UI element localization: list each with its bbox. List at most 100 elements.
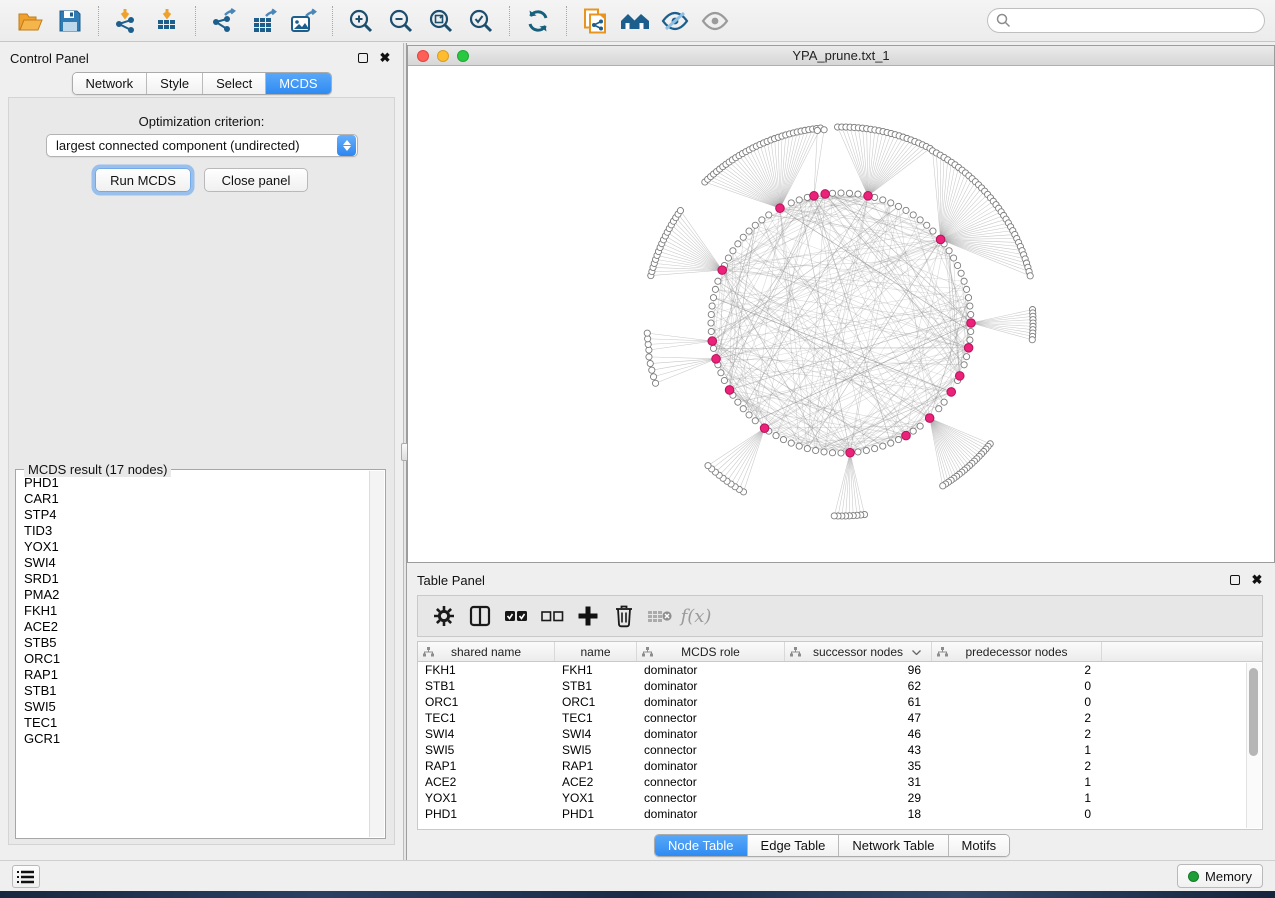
network-node[interactable] bbox=[735, 241, 741, 247]
import-table-button[interactable] bbox=[147, 3, 187, 39]
mcds-result-item[interactable]: ACE2 bbox=[24, 619, 369, 635]
network-dominator-node[interactable] bbox=[864, 192, 873, 201]
table-panel-float-button[interactable] bbox=[1227, 572, 1243, 588]
column-header-mcds-role[interactable]: MCDS role bbox=[637, 642, 785, 661]
column-header-shared-name[interactable]: shared name bbox=[418, 642, 555, 661]
network-node[interactable] bbox=[855, 449, 861, 455]
network-node[interactable] bbox=[924, 222, 930, 228]
criterion-dropdown[interactable]: largest connected component (undirected) bbox=[46, 134, 358, 157]
hide-unhide-button[interactable] bbox=[655, 3, 695, 39]
open-file-button[interactable] bbox=[10, 3, 50, 39]
network-node[interactable] bbox=[946, 248, 952, 254]
network-dominator-node[interactable] bbox=[718, 266, 727, 275]
mcds-result-item[interactable]: CAR1 bbox=[24, 491, 369, 507]
tab-select[interactable]: Select bbox=[203, 73, 266, 94]
mcds-result-item[interactable]: STB5 bbox=[24, 635, 369, 651]
search-input[interactable] bbox=[987, 8, 1265, 33]
column-header-successor-nodes[interactable]: successor nodes bbox=[785, 642, 932, 661]
tab-style[interactable]: Style bbox=[147, 73, 203, 94]
network-node[interactable] bbox=[710, 345, 716, 351]
network-node[interactable] bbox=[780, 436, 786, 442]
network-node[interactable] bbox=[773, 432, 779, 438]
network-node[interactable] bbox=[796, 197, 802, 203]
network-node[interactable] bbox=[895, 436, 901, 442]
network-node[interactable] bbox=[903, 207, 909, 213]
run-mcds-button[interactable]: Run MCDS bbox=[95, 168, 191, 192]
create-column-button[interactable] bbox=[570, 599, 606, 633]
tab-network-table[interactable]: Network Table bbox=[839, 835, 948, 856]
network-node[interactable] bbox=[708, 320, 714, 326]
control-panel-close-button[interactable]: ✖ bbox=[377, 50, 393, 66]
table-row[interactable]: ORC1ORC1dominator610 bbox=[418, 694, 1262, 710]
memory-button[interactable]: Memory bbox=[1177, 864, 1263, 888]
table-row[interactable]: FKH1FKH1dominator962 bbox=[418, 662, 1262, 678]
network-node[interactable] bbox=[647, 360, 653, 366]
network-node[interactable] bbox=[829, 190, 835, 196]
network-node[interactable] bbox=[646, 354, 652, 360]
mcds-result-item[interactable]: SRD1 bbox=[24, 571, 369, 587]
task-history-button[interactable] bbox=[12, 865, 40, 888]
zoom-out-button[interactable] bbox=[381, 3, 421, 39]
network-node[interactable] bbox=[709, 303, 715, 309]
network-dominator-node[interactable] bbox=[955, 372, 964, 381]
network-canvas[interactable] bbox=[408, 66, 1274, 562]
network-node[interactable] bbox=[652, 380, 658, 386]
network-node[interactable] bbox=[831, 513, 837, 519]
network-dominator-node[interactable] bbox=[936, 235, 945, 244]
network-node[interactable] bbox=[846, 190, 852, 196]
network-node[interactable] bbox=[752, 418, 758, 424]
network-node[interactable] bbox=[961, 362, 967, 368]
table-scrollbar-thumb[interactable] bbox=[1249, 668, 1258, 756]
mcds-result-item[interactable]: PMA2 bbox=[24, 587, 369, 603]
network-node[interactable] bbox=[967, 303, 973, 309]
zoom-in-button[interactable] bbox=[341, 3, 381, 39]
network-node[interactable] bbox=[863, 447, 869, 453]
network-node[interactable] bbox=[872, 445, 878, 451]
network-node[interactable] bbox=[804, 445, 810, 451]
table-row[interactable]: SWI4SWI4dominator462 bbox=[418, 726, 1262, 742]
delete-columns-button[interactable] bbox=[606, 599, 642, 633]
mcds-result-item[interactable]: SWI5 bbox=[24, 699, 369, 715]
network-node[interactable] bbox=[746, 228, 752, 234]
mcds-result-item[interactable]: TID3 bbox=[24, 523, 369, 539]
network-node[interactable] bbox=[788, 440, 794, 446]
network-node[interactable] bbox=[814, 127, 820, 133]
network-dominator-node[interactable] bbox=[776, 204, 785, 213]
mcds-result-item[interactable]: SWI4 bbox=[24, 555, 369, 571]
network-node[interactable] bbox=[880, 443, 886, 449]
network-dominator-node[interactable] bbox=[821, 190, 830, 199]
import-network-button[interactable] bbox=[107, 3, 147, 39]
column-header-predecessor-nodes[interactable]: predecessor nodes bbox=[932, 642, 1102, 661]
network-node[interactable] bbox=[677, 207, 683, 213]
tab-motifs[interactable]: Motifs bbox=[949, 835, 1010, 856]
network-node[interactable] bbox=[838, 190, 844, 196]
network-node[interactable] bbox=[715, 278, 721, 284]
table-row[interactable]: SWI5SWI5connector431 bbox=[418, 742, 1262, 758]
duplicate-network-button[interactable] bbox=[575, 3, 615, 39]
export-image-button[interactable] bbox=[284, 3, 324, 39]
network-node[interactable] bbox=[941, 399, 947, 405]
column-header-name[interactable]: name bbox=[555, 642, 637, 661]
mcds-result-item[interactable]: GCR1 bbox=[24, 731, 369, 747]
network-node[interactable] bbox=[740, 234, 746, 240]
mcds-result-item[interactable]: PHD1 bbox=[24, 475, 369, 491]
network-node[interactable] bbox=[968, 311, 974, 317]
network-node[interactable] bbox=[1027, 273, 1033, 279]
network-node[interactable] bbox=[644, 330, 650, 336]
network-node[interactable] bbox=[766, 212, 772, 218]
network-node[interactable] bbox=[958, 270, 964, 276]
network-dominator-node[interactable] bbox=[947, 388, 956, 397]
tab-mcds[interactable]: MCDS bbox=[266, 73, 330, 94]
network-node[interactable] bbox=[917, 217, 923, 223]
network-node[interactable] bbox=[752, 222, 758, 228]
mcds-result-scrollbar[interactable] bbox=[369, 471, 384, 837]
network-dominator-node[interactable] bbox=[725, 386, 734, 395]
network-dominator-node[interactable] bbox=[925, 414, 934, 423]
network-node[interactable] bbox=[712, 286, 718, 292]
network-node[interactable] bbox=[649, 367, 655, 373]
network-node[interactable] bbox=[954, 262, 960, 268]
network-node[interactable] bbox=[963, 286, 969, 292]
table-settings-button[interactable] bbox=[426, 599, 462, 633]
mcds-result-item[interactable]: FKH1 bbox=[24, 603, 369, 619]
network-dominator-node[interactable] bbox=[712, 355, 721, 364]
